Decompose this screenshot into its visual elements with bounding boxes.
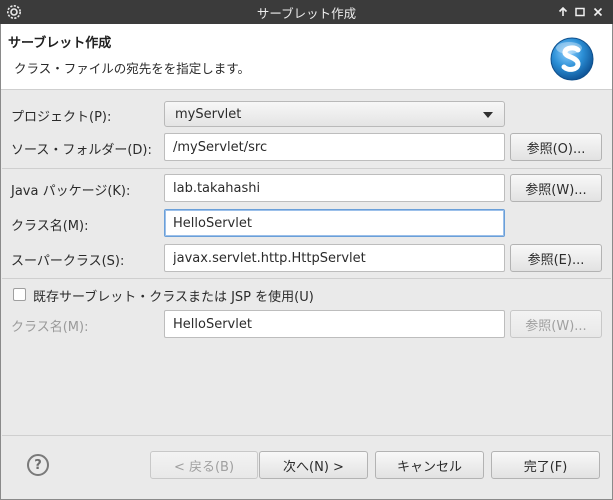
gear-icon[interactable] [5, 3, 23, 21]
project-select-value: myServlet [175, 106, 242, 122]
window-titlebar: サーブレット作成 [0, 0, 613, 24]
source-folder-input[interactable] [164, 133, 505, 161]
window-title: サーブレット作成 [256, 5, 357, 21]
banner-title: サーブレット作成 [8, 36, 112, 51]
close-icon[interactable] [590, 3, 606, 21]
use-existing-checkbox[interactable] [13, 288, 26, 301]
servlet-wizard-logo [549, 36, 595, 82]
separator [2, 168, 611, 169]
class-name-label: クラス名(M): [11, 219, 89, 234]
superclass-browse-button[interactable]: 参照(E)... [510, 244, 602, 272]
superclass-input[interactable] [164, 244, 505, 272]
existing-class-name-label: クラス名(M): [11, 320, 89, 335]
existing-class-browse-button: 参照(W)... [510, 310, 602, 338]
next-button[interactable]: 次へ(N) > [259, 451, 368, 479]
use-existing-label[interactable]: 既存サーブレット・クラスまたは JSP を使用(U) [33, 286, 314, 305]
back-button: < 戻る(B) [150, 451, 258, 479]
restore-icon[interactable] [572, 3, 588, 21]
footer-separator [2, 435, 611, 436]
superclass-label: スーパークラス(S): [11, 254, 125, 269]
java-package-browse-button[interactable]: 参照(W)... [510, 174, 602, 202]
wizard-banner: サーブレット作成 クラス・ファイルの宛先をを指定します。 [0, 24, 613, 90]
window-frame [0, 24, 1, 500]
help-icon[interactable]: ? [27, 454, 49, 476]
source-folder-browse-button[interactable]: 参照(O)... [510, 133, 602, 161]
banner-description: クラス・ファイルの宛先をを指定します。 [14, 61, 251, 76]
source-folder-label: ソース・フォルダー(D): [11, 143, 152, 158]
chevron-down-icon [483, 112, 493, 118]
project-select[interactable]: myServlet [164, 101, 505, 127]
finish-button[interactable]: 完了(F) [491, 451, 600, 479]
arrow-up-icon[interactable] [555, 3, 571, 21]
class-name-input[interactable] [164, 209, 505, 237]
java-package-label: Java パッケージ(K): [11, 184, 131, 199]
project-label: プロジェクト(P): [11, 110, 112, 125]
separator [2, 278, 611, 279]
cancel-button[interactable]: キャンセル [375, 451, 484, 479]
java-package-input[interactable] [164, 174, 505, 202]
existing-class-name-input[interactable] [164, 310, 505, 338]
